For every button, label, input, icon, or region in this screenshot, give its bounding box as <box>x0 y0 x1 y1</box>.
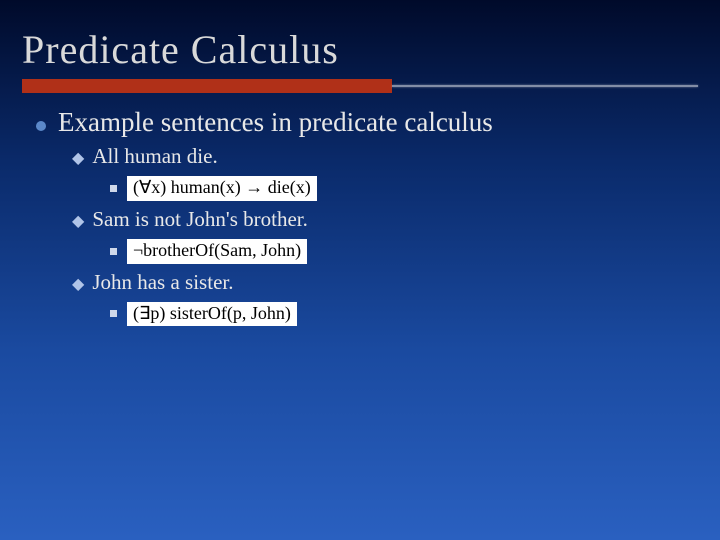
bullet-level2: ◆ Sam is not John's brother. <box>72 207 684 233</box>
formula-box: (∃p) sisterOf(p, John) <box>127 302 297 327</box>
dot-icon <box>36 121 46 131</box>
level1-text: Example sentences in predicate calculus <box>58 107 493 138</box>
rule-line <box>392 85 698 87</box>
square-icon <box>110 310 117 317</box>
title-rule <box>22 79 698 93</box>
slide: Predicate Calculus Example sentences in … <box>0 0 720 540</box>
square-icon <box>110 248 117 255</box>
diamond-icon: ◆ <box>72 274 84 296</box>
bullet-level1: Example sentences in predicate calculus <box>36 107 684 138</box>
bullet-level3: ¬brotherOf(Sam, John) <box>110 239 684 264</box>
formula-box: ¬brotherOf(Sam, John) <box>127 239 307 264</box>
level2-text: All human die. <box>92 144 217 169</box>
content-area: Example sentences in predicate calculus … <box>0 93 720 326</box>
diamond-icon: ◆ <box>72 148 84 170</box>
bullet-level2: ◆ John has a sister. <box>72 270 684 296</box>
title-area: Predicate Calculus <box>0 0 720 93</box>
formula-box: (∀x) human(x) → die(x) <box>127 176 317 201</box>
bullet-level3: (∃p) sisterOf(p, John) <box>110 302 684 327</box>
rule-accent <box>22 79 392 93</box>
diamond-icon: ◆ <box>72 211 84 233</box>
slide-title: Predicate Calculus <box>22 26 698 77</box>
square-icon <box>110 185 117 192</box>
bullet-level3: (∀x) human(x) → die(x) <box>110 176 684 201</box>
level2-text: John has a sister. <box>92 270 233 295</box>
bullet-level2: ◆ All human die. <box>72 144 684 170</box>
level2-text: Sam is not John's brother. <box>92 207 308 232</box>
